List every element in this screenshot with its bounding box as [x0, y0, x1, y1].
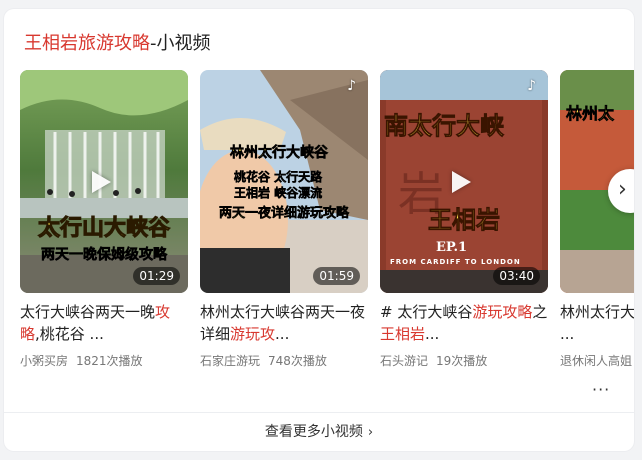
- video-thumbnail[interactable]: 太行山大峡谷 两天一晚保姆级攻略 01:29: [20, 70, 188, 293]
- video-meta: 小粥买房 1821次播放: [20, 352, 188, 369]
- overlay-caption: 桃花谷 太行天路: [234, 170, 323, 185]
- title-suffix: -小视频: [150, 33, 211, 54]
- more-dots-icon[interactable]: ···: [592, 380, 610, 399]
- section-title[interactable]: 王相岩旅游攻略-小视频: [24, 31, 211, 57]
- video-title[interactable]: 太行大峡谷两天一晚攻略,桃花谷 ...: [20, 301, 188, 345]
- play-count: 748次播放: [268, 354, 327, 368]
- see-more-link[interactable]: 查看更多小视频 ›: [4, 421, 634, 444]
- duration-badge: 01:29: [133, 267, 180, 285]
- video-thumbnail[interactable]: 岩 ♪ 南太行大峡 王相岩 EP.1 FROM CARDIFF TO LONDO…: [380, 70, 548, 293]
- overlay-caption: FROM CARDIFF TO LONDON: [390, 258, 521, 266]
- overlay-caption: 两天一夜详细游玩攻略: [218, 206, 350, 222]
- title-text: ,桃花谷 ...: [35, 325, 104, 343]
- author-name[interactable]: 石头游记: [380, 354, 428, 368]
- video-title[interactable]: # 太行大峡谷游玩攻略之 王相岩...: [380, 301, 548, 345]
- title-text: 太行大峡谷两天一晚: [20, 303, 156, 321]
- author-name[interactable]: 小粥买房: [20, 354, 68, 368]
- duration-badge: 03:40: [493, 267, 540, 285]
- overlay-caption: 两天一晚保姆级攻略: [41, 247, 168, 264]
- play-icon[interactable]: [452, 171, 471, 193]
- video-title[interactable]: 林州太行大峡谷略(四) # ...: [560, 301, 634, 345]
- title-keyword: 王相岩: [380, 325, 426, 343]
- video-meta: 石头游记 19次播放: [380, 352, 548, 369]
- overlay-caption: 太行山大峡谷: [37, 216, 170, 242]
- divider: [4, 412, 634, 413]
- title-text: 林州太行大峡谷: [560, 303, 634, 321]
- video-item[interactable]: 岩 ♪ 南太行大峡 王相岩 EP.1 FROM CARDIFF TO LONDO…: [380, 70, 548, 369]
- video-card: 王相岩旅游攻略-小视频 太行山大峡谷 两天一晚保姆级攻略 01:29 太行大峡谷…: [4, 9, 634, 451]
- overlay-caption: 王相岩 峡谷漂流: [234, 186, 323, 201]
- title-keyword: 游玩攻略: [472, 303, 533, 321]
- title-keyword: 王相岩旅游攻略: [24, 33, 150, 54]
- chevron-right-icon: ›: [367, 425, 374, 440]
- author-name[interactable]: 退休闲人高姐: [560, 354, 632, 368]
- duration-badge: 01:59: [313, 267, 360, 285]
- title-keyword: 游玩攻: [230, 325, 276, 343]
- play-count: 1821次播放: [76, 354, 143, 368]
- video-title[interactable]: 林州太行大峡谷两天一夜详细游玩攻...: [200, 301, 368, 345]
- video-meta: 退休闲人高姐: [560, 352, 634, 369]
- title-text: # 太行大峡谷: [380, 303, 473, 321]
- overlay-caption: EP.1: [436, 240, 468, 255]
- title-text: ...: [275, 325, 290, 343]
- video-item[interactable]: ♪ 林州太行大峡谷 桃花谷 太行天路 王相岩 峡谷漂流 两天一夜详细游玩攻略 0…: [200, 70, 368, 369]
- see-more-label: 查看更多小视频: [264, 424, 363, 440]
- video-carousel: 太行山大峡谷 两天一晚保姆级攻略 01:29 太行大峡谷两天一晚攻略,桃花谷 .…: [20, 70, 634, 390]
- tiktok-icon: ♪: [347, 78, 356, 94]
- title-text: ...: [425, 325, 440, 343]
- overlay-caption: 南太行大峡: [384, 112, 505, 141]
- overlay-caption: 林州太行大峡谷: [230, 145, 329, 162]
- video-item[interactable]: 林州太 林州太行大峡谷略(四) # ... 退休闲人高姐: [560, 70, 634, 369]
- play-icon[interactable]: [92, 171, 111, 193]
- author-name[interactable]: 石家庄游玩: [200, 354, 260, 368]
- play-count: 19次播放: [436, 354, 488, 368]
- overlay-caption: 王相岩: [428, 206, 501, 235]
- tiktok-icon: ♪: [527, 78, 536, 94]
- overlay-caption: 林州太: [566, 104, 615, 124]
- video-item[interactable]: 太行山大峡谷 两天一晚保姆级攻略 01:29 太行大峡谷两天一晚攻略,桃花谷 .…: [20, 70, 188, 369]
- video-meta: 石家庄游玩 748次播放: [200, 352, 368, 369]
- title-text: 之: [532, 303, 548, 321]
- video-thumbnail[interactable]: ♪ 林州太行大峡谷 桃花谷 太行天路 王相岩 峡谷漂流 两天一夜详细游玩攻略 0…: [200, 70, 368, 293]
